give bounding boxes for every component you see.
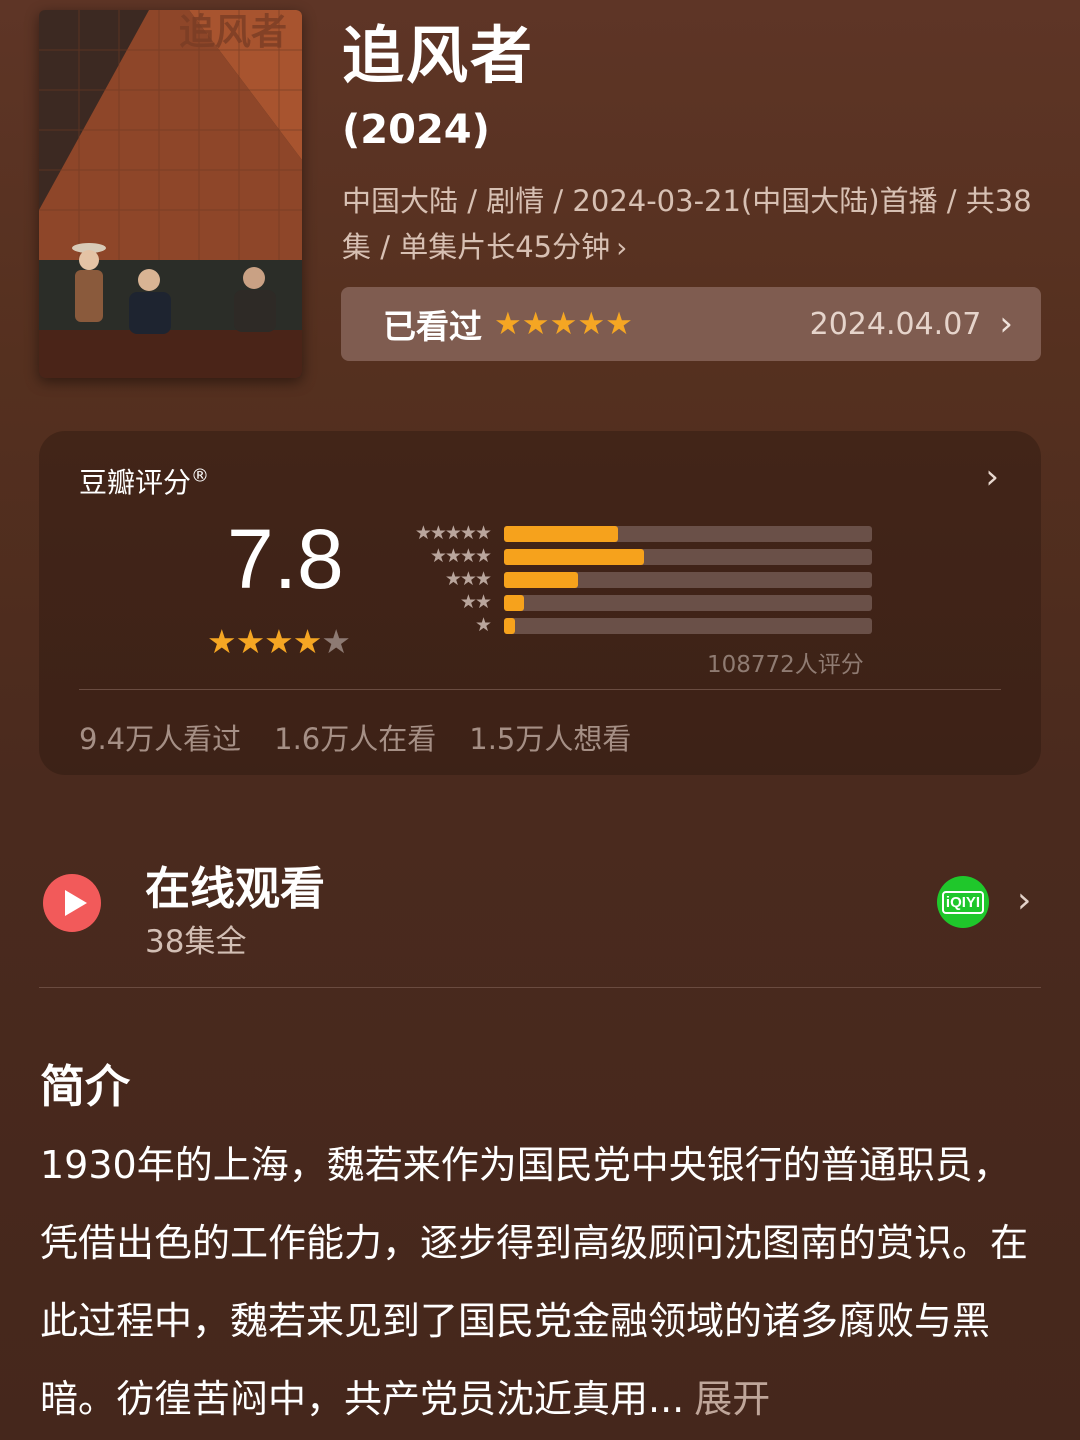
distribution-bar-track <box>504 548 872 565</box>
distribution-bar-4 <box>504 548 644 565</box>
stat-want-to-watch[interactable]: 1.5万人想看 <box>469 716 631 758</box>
chevron-right-icon: › <box>999 304 1013 344</box>
iqiyi-logo-icon[interactable]: iQIYI <box>937 876 989 928</box>
intro-title: 简介 <box>40 1060 131 1113</box>
five-star-icon: ★★★★★ <box>414 522 492 544</box>
rating-card-title: 豆瓣评分® <box>79 465 210 499</box>
distribution-row-1: ★ <box>394 614 874 637</box>
four-star-icon: ★★★★ <box>429 545 492 567</box>
poster-artwork: 追风者 <box>39 10 302 378</box>
three-star-icon: ★★★ <box>444 568 492 590</box>
distribution-row-3: ★★★ <box>394 568 874 591</box>
rating-stars-icon: ★★★★★ <box>207 622 351 661</box>
distribution-bar-2 <box>504 594 525 611</box>
douban-rating-card[interactable]: 豆瓣评分® › 7.8 ★★★★★ ★★★★★ ★★★★ ★★★ ★★ ★ 10… <box>39 431 1041 775</box>
expand-link[interactable]: 展开 <box>694 1377 770 1421</box>
show-meta[interactable]: 中国大陆 / 剧情 / 2024-03-21(中国大陆)首播 / 共38集 / … <box>342 178 1047 271</box>
one-star-icon: ★ <box>474 614 492 636</box>
distribution-bar-1 <box>504 617 516 634</box>
chevron-right-icon: › <box>1017 880 1032 921</box>
distribution-bar-5 <box>504 525 619 542</box>
watched-label: 已看过 <box>383 307 482 346</box>
show-meta-text: 中国大陆 / 剧情 / 2024-03-21(中国大陆)首播 / 共38集 / … <box>342 184 1032 264</box>
show-year: (2024) <box>342 107 490 153</box>
distribution-bar-3 <box>504 571 578 588</box>
distribution-row-2: ★★ <box>394 591 874 614</box>
distribution-bar-track <box>504 617 872 634</box>
watched-date: 2024.04.07 <box>809 306 982 342</box>
online-watch-row[interactable]: 在线观看 38集全 iQIYI › <box>39 840 1041 988</box>
rating-count: 108772人评分 <box>707 652 864 678</box>
distribution-bar-track <box>504 571 872 588</box>
distribution-row-5: ★★★★★ <box>394 522 874 545</box>
divider <box>79 689 1001 690</box>
rating-distribution: ★★★★★ ★★★★ ★★★ ★★ ★ <box>394 522 874 637</box>
stat-watched[interactable]: 9.4万人看过 <box>79 716 241 758</box>
distribution-bar-track <box>504 525 872 542</box>
distribution-bar-track <box>504 594 872 611</box>
online-watch-title: 在线观看 <box>145 862 326 915</box>
intro-body: 1930年的上海，魏若来作为国民党中央银行的普通职员，凭借出色的工作能力，逐步得… <box>40 1143 1029 1421</box>
online-watch-subtitle: 38集全 <box>145 924 247 960</box>
audience-stats: 9.4万人看过 1.6万人在看 1.5万人想看 <box>79 716 631 758</box>
play-icon <box>43 874 101 932</box>
poster-image[interactable]: 追风者 <box>39 10 302 378</box>
distribution-row-4: ★★★★ <box>394 545 874 568</box>
poster-title: 追风者 <box>179 12 287 53</box>
user-rating-stars-icon: ★★★★★ <box>494 306 633 342</box>
meta-chevron-icon: › <box>616 231 628 264</box>
stat-watching[interactable]: 1.6万人在看 <box>274 716 436 758</box>
intro-text: 1930年的上海，魏若来作为国民党中央银行的普通职员，凭借出色的工作能力，逐步得… <box>40 1126 1040 1438</box>
rating-score: 7.8 <box>227 512 344 606</box>
chevron-right-icon[interactable]: › <box>985 457 999 497</box>
two-star-icon: ★★ <box>459 591 492 613</box>
show-title: 追风者 <box>342 19 535 92</box>
watched-status-button[interactable]: 已看过 ★★★★★ 2024.04.07 › <box>341 287 1041 361</box>
